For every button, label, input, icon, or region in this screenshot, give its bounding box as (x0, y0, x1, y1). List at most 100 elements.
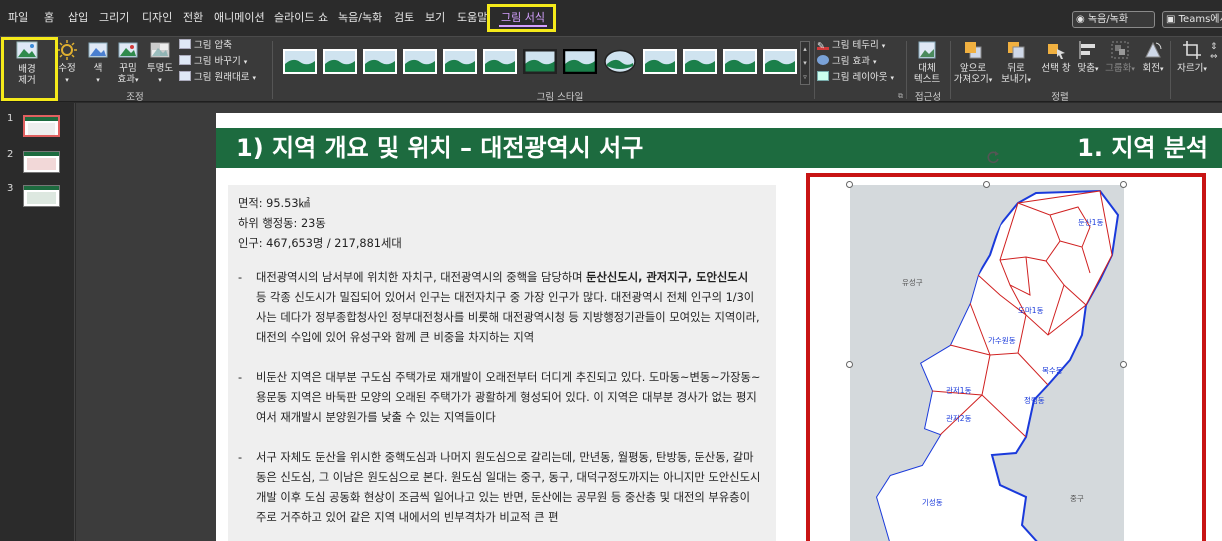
teams-button[interactable]: ▣ Teams에서 프레 (1162, 11, 1222, 28)
send-backward-label-2: 보내기 (1001, 74, 1028, 85)
artistic-effects-button[interactable]: 꾸밈 효과▾ (114, 39, 142, 86)
tab-design[interactable]: 디자인 (140, 9, 174, 27)
picture-style-option[interactable] (363, 49, 397, 74)
tab-review[interactable]: 검토 (392, 9, 416, 27)
adjust-group-label: 조정 (126, 92, 144, 103)
corrections-label: 수정 (58, 63, 76, 74)
gallery-scroll[interactable]: ▴ ▾ ▿ (800, 41, 810, 85)
tab-animations[interactable]: 애니메이션 (212, 9, 267, 27)
group-chevron-icon: ▾ (1131, 65, 1135, 73)
slide-number-3: 3 (7, 183, 14, 194)
paragraph-overview-text-a: 대전광역시의 남서부에 위치한 자치구, 대전광역시의 중핵을 담당하며 (256, 271, 587, 284)
resize-handle-top-left[interactable] (846, 181, 853, 188)
picture-style-option[interactable] (403, 49, 437, 74)
stat-area: 면적: 95.53㎢ (238, 197, 310, 210)
resize-handle-right[interactable] (1120, 361, 1127, 368)
change-picture-label: 그림 바꾸기 (194, 56, 241, 67)
send-backward-button[interactable]: 뒤로 보내기▾ (998, 39, 1034, 86)
bring-forward-button[interactable]: 앞으로 가져오기▾ (953, 39, 993, 86)
dialog-launcher-icon[interactable]: ⧉ (898, 92, 903, 101)
tab-slideshow[interactable]: 슬라이드 쇼 (272, 9, 330, 27)
selection-pane-button[interactable]: 선택 창 (1038, 39, 1074, 74)
menu-bar: 파일 홈 삽입 그리기 디자인 전환 애니메이션 슬라이드 쇼 녹음/녹화 검토… (0, 0, 1222, 36)
district-map-image[interactable]: 유성구 중구 가수원동 관저1동 관저2동 기성동 복수동 정림동 도마1동 둔… (850, 185, 1124, 541)
resize-handle-top[interactable] (983, 181, 990, 188)
body-text-box[interactable]: 면적: 95.53㎢ 하위 행정동: 23동 인구: 467,653명 / 21… (228, 185, 776, 541)
arrange-group-label: 정렬 (1051, 92, 1069, 103)
bring-forward-label-2: 가져오기 (953, 74, 989, 85)
picture-style-option[interactable] (683, 49, 717, 74)
picture-layout-button[interactable]: 그림 레이아웃 ▾ (817, 71, 894, 85)
tab-view[interactable]: 보기 (423, 9, 447, 27)
crop-icon (1183, 41, 1201, 59)
group-button[interactable]: 그룹화▾ (1104, 39, 1136, 75)
map-label-bokgu: 복수동 (1042, 366, 1063, 375)
record-button[interactable]: ◉ 녹음/녹화 (1072, 11, 1155, 28)
change-picture-button[interactable]: 그림 바꾸기 ▾ (179, 55, 247, 69)
resize-handle-top-right[interactable] (1120, 181, 1127, 188)
accessibility-group-label: 접근성 (914, 92, 942, 103)
artistic-effects-chevron-icon: ▾ (134, 76, 139, 84)
reset-picture-label: 그림 원래대로 (194, 72, 250, 83)
tab-insert[interactable]: 삽입 (66, 9, 90, 27)
tab-draw[interactable]: 그리기 (97, 9, 131, 27)
picture-border-button[interactable]: ✎ 그림 테두리 ▾ (817, 39, 885, 53)
slide-editing-area[interactable]: 1) 지역 개요 및 위치 – 대전광역시 서구 1. 지역 분석 면적: 95… (216, 113, 1222, 541)
picture-effects-chevron-icon: ▾ (873, 58, 877, 66)
group-icon (1111, 41, 1129, 59)
align-label: 맞춤 (1077, 63, 1095, 74)
slide-thumbnail-3[interactable] (23, 185, 60, 207)
paragraph-overview-bold: 둔산신도시, 관저지구, 도안신도시 (586, 271, 749, 284)
slide-thumbnail-2[interactable] (23, 151, 60, 173)
reset-picture-chevron-icon: ▾ (252, 74, 257, 82)
picture-style-option[interactable] (523, 49, 557, 74)
picture-layout-label: 그림 레이아웃 (832, 72, 888, 83)
picture-style-option[interactable] (763, 49, 797, 74)
color-chevron-icon: ▾ (96, 76, 100, 84)
section-title[interactable]: 1. 지역 분석 (1077, 132, 1208, 164)
picture-style-option[interactable] (443, 49, 477, 74)
slide-thumbnail-1[interactable] (23, 115, 60, 137)
resize-handle-left[interactable] (846, 361, 853, 368)
map-picture-frame[interactable]: 유성구 중구 가수원동 관저1동 관저2동 기성동 복수동 정림동 도마1동 둔… (806, 173, 1206, 541)
color-button[interactable]: 색 ▾ (85, 39, 111, 86)
picture-style-option[interactable] (643, 49, 677, 74)
rotate-button[interactable]: 회전▾ (1138, 39, 1168, 75)
selection-pane-icon (1048, 44, 1065, 59)
crop-label: 자르기 (1177, 63, 1204, 74)
teams-icon: ▣ (1166, 14, 1179, 25)
picture-style-option[interactable] (603, 49, 637, 74)
picture-style-option[interactable] (563, 49, 597, 74)
bullet-dash: - (238, 451, 243, 464)
align-icon (1079, 41, 1095, 59)
tab-transitions[interactable]: 전환 (181, 9, 205, 27)
picture-style-option[interactable] (283, 49, 317, 74)
size-controls-icon[interactable]: ⇕ ⇔ (1210, 42, 1222, 82)
reset-picture-button[interactable]: 그림 원래대로 ▾ (179, 71, 256, 85)
map-label-doma: 도마1동 (1018, 306, 1044, 315)
tab-file[interactable]: 파일 (6, 9, 30, 27)
picture-style-option[interactable] (723, 49, 757, 74)
transparency-chevron-icon: ▾ (158, 76, 162, 84)
slide-title[interactable]: 1) 지역 개요 및 위치 – 대전광역시 서구 (236, 132, 643, 164)
transparency-icon (150, 42, 170, 58)
picture-style-option[interactable] (323, 49, 357, 74)
alt-text-button[interactable]: 대체 텍스트 (909, 39, 945, 85)
transparency-button[interactable]: 투명도 ▾ (144, 39, 176, 86)
compress-pictures-button[interactable]: 그림 압축 (179, 39, 232, 53)
crop-button[interactable]: 자르기▾ (1174, 39, 1210, 75)
tab-help[interactable]: 도움말 (455, 9, 489, 27)
picture-style-option[interactable] (483, 49, 517, 74)
paragraph-overview-text-b: 등 각종 신도시가 밀집되어 있어서 인구는 대전자치구 중 가장 인구가 많다… (256, 291, 760, 344)
tab-home[interactable]: 홈 (42, 9, 56, 27)
bring-forward-label-1: 앞으로 (959, 63, 987, 74)
slide-thumbnails-panel: 1 2 3 (0, 103, 75, 541)
tab-record[interactable]: 녹음/녹화 (336, 9, 384, 27)
rotate-handle-icon[interactable] (985, 149, 1001, 165)
map-label-gisoeng: 기성동 (922, 498, 943, 507)
picture-effects-button[interactable]: 그림 효과 ▾ (817, 55, 877, 69)
paragraph-downtown: - 서구 자체도 둔산을 위시한 중핵도심과 나머지 원도심으로 갈리는데, 만… (238, 448, 776, 528)
align-button[interactable]: 맞춤▾ (1075, 39, 1101, 75)
highlight-remove-background (1, 37, 58, 101)
bring-forward-icon (965, 42, 982, 59)
